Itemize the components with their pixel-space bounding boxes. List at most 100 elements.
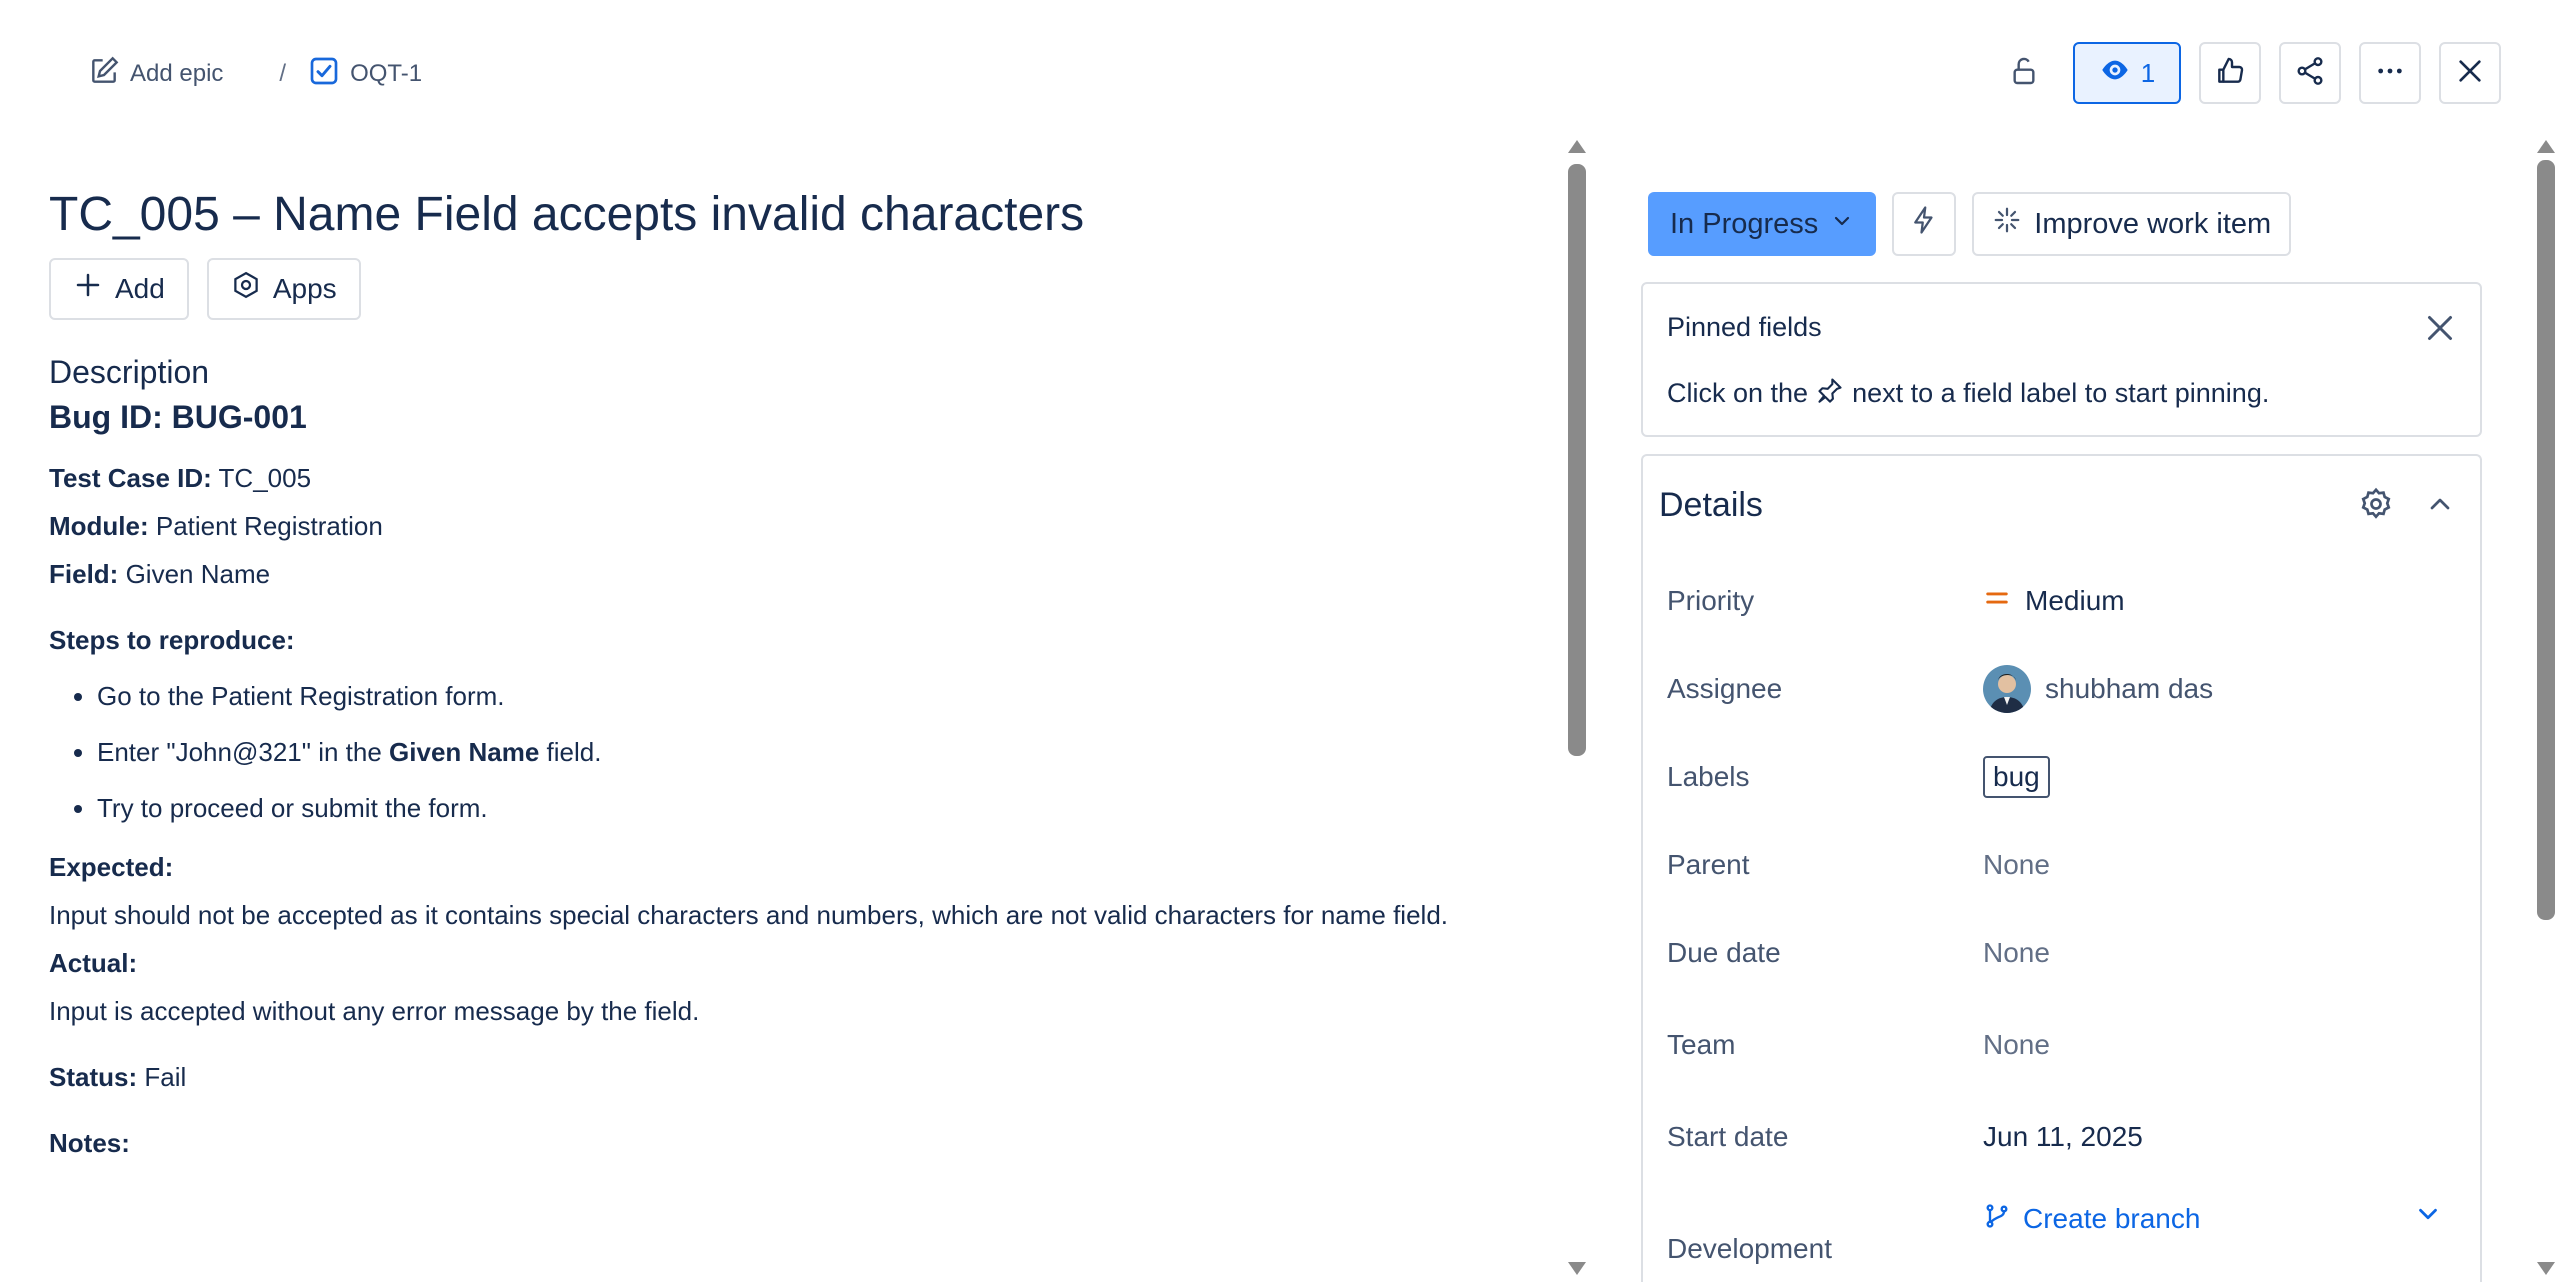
share-button[interactable] xyxy=(2279,42,2341,104)
vote-button[interactable] xyxy=(2199,42,2261,104)
apps-button[interactable]: Apps xyxy=(206,257,361,320)
start-date-label: Start date xyxy=(1667,1121,1789,1152)
main-content: TC_005 – Name Field accepts invalid char… xyxy=(49,140,1569,1282)
test-case-label: Test Case ID: xyxy=(49,462,212,493)
status-label: Status: xyxy=(49,1061,138,1092)
scroll-thumb[interactable] xyxy=(1568,164,1586,756)
close-icon xyxy=(2454,55,2486,92)
status-line: Status: Fail xyxy=(49,1053,1569,1101)
field-parent: Parent None xyxy=(1667,835,2457,895)
sparkle-icon xyxy=(1992,205,2022,243)
pinned-fields-title: Pinned fields xyxy=(1667,312,1822,342)
step2-bold: Given Name xyxy=(389,737,540,768)
description-heading: Description xyxy=(49,353,210,390)
module-value: Patient Registration xyxy=(148,510,383,541)
assignee-name: shubham das xyxy=(2045,673,2214,704)
priority-label: Priority xyxy=(1667,585,1755,616)
pinned-hint-post: next to a field label to start pinning. xyxy=(1852,378,2270,408)
issue-title[interactable]: TC_005 – Name Field accepts invalid char… xyxy=(49,186,1569,244)
issue-key: OQT-1 xyxy=(350,60,423,87)
chevron-down-icon xyxy=(1830,208,1854,241)
pinned-hint-pre: Click on the xyxy=(1667,378,1809,408)
more-icon xyxy=(2374,55,2406,92)
status-dropdown[interactable]: In Progress xyxy=(1648,192,1877,256)
work-item-view: Add epic / OQT-1 1 TC_005 – Name Field a… xyxy=(0,0,2557,1282)
step-item: Try to proceed or submit the form. xyxy=(97,786,1569,830)
automation-button[interactable] xyxy=(1892,192,1957,256)
pin-icon xyxy=(1816,376,1844,411)
add-button-label: Add xyxy=(115,272,165,304)
labels-value[interactable]: bug xyxy=(1983,756,2050,798)
more-actions-button[interactable] xyxy=(2359,42,2421,104)
field-priority: Priority Medium xyxy=(1667,571,2457,631)
close-icon xyxy=(2422,316,2458,350)
scroll-down-arrow[interactable] xyxy=(2537,1262,2555,1275)
scroll-down-arrow[interactable] xyxy=(1568,1262,1586,1275)
step2-pre: Enter "John@321" in the xyxy=(97,737,390,768)
scroll-thumb[interactable] xyxy=(2537,160,2555,920)
close-pinned-button[interactable] xyxy=(2422,310,2458,346)
restrict-access-button[interactable] xyxy=(1993,42,2055,104)
field-team: Team None xyxy=(1667,1015,2457,1075)
issue-actions: Add Apps xyxy=(49,257,1569,320)
team-label: Team xyxy=(1667,1029,1736,1060)
development-label: Development xyxy=(1667,1233,1832,1264)
breadcrumb: Add epic / OQT-1 xyxy=(88,52,422,96)
edit-icon xyxy=(88,55,120,94)
due-date-label: Due date xyxy=(1667,937,1781,968)
expected-text: Input should not be accepted as it conta… xyxy=(49,899,1448,930)
parent-value[interactable]: None xyxy=(1983,849,2050,881)
share-icon xyxy=(2294,55,2326,92)
avatar xyxy=(1983,665,2031,713)
step2-post: field. xyxy=(539,737,602,768)
breadcrumb-separator: / xyxy=(279,60,287,87)
labels-label: Labels xyxy=(1667,761,1750,792)
content-scrollbar[interactable] xyxy=(1568,140,1586,1275)
watch-count: 1 xyxy=(2140,57,2156,88)
apps-button-label: Apps xyxy=(272,272,337,304)
start-date-value[interactable]: Jun 11, 2025 xyxy=(1983,1121,2143,1153)
priority-medium-icon xyxy=(1983,584,2011,619)
field-label: Field: xyxy=(49,558,119,589)
scroll-up-arrow[interactable] xyxy=(2537,140,2555,153)
pinned-fields-panel: Pinned fields Click on the next to a fie… xyxy=(1641,282,2482,437)
chevron-down-icon[interactable] xyxy=(2413,1199,2443,1229)
field-due-date: Due date None xyxy=(1667,923,2457,983)
task-checkbox-icon xyxy=(308,55,340,94)
add-epic-link[interactable]: Add epic xyxy=(88,55,223,94)
chevron-up-icon xyxy=(2424,498,2456,524)
status-row: In Progress Improve work item xyxy=(1648,192,2292,256)
actual-label: Actual: xyxy=(49,939,1569,987)
actual-text: Input is accepted without any error mess… xyxy=(49,995,700,1026)
test-case-line: Test Case ID: TC_005 xyxy=(49,454,1569,502)
collapse-details-button[interactable] xyxy=(2424,488,2456,520)
sidebar-scrollbar[interactable] xyxy=(2537,140,2555,1275)
due-date-value[interactable]: None xyxy=(1983,937,2050,969)
improve-work-item-button[interactable]: Improve work item xyxy=(1972,192,2292,256)
configure-button[interactable] xyxy=(2358,486,2394,522)
actual-label-text: Actual: xyxy=(49,947,138,978)
field-start-date: Start date Jun 11, 2025 xyxy=(1667,1107,2457,1167)
add-button[interactable]: Add xyxy=(49,257,189,320)
field-labels: Labels bug xyxy=(1667,747,2457,807)
close-button[interactable] xyxy=(2439,42,2501,104)
unlock-icon xyxy=(2008,55,2040,92)
field-assignee: Assignee shubham das xyxy=(1667,659,2457,719)
scroll-up-arrow[interactable] xyxy=(1568,140,1586,153)
watch-button[interactable]: 1 xyxy=(2073,42,2181,104)
test-case-value: TC_005 xyxy=(211,462,312,493)
eye-icon xyxy=(2099,54,2131,93)
lightning-icon xyxy=(1909,205,1939,243)
issue-key-link[interactable]: OQT-1 xyxy=(308,55,422,94)
description-body[interactable]: Test Case ID: TC_005 Module: Patient Reg… xyxy=(49,454,1569,1168)
assignee-value[interactable]: shubham das xyxy=(1983,665,2213,713)
steps-heading-text: Steps to reproduce: xyxy=(49,624,295,655)
module-line: Module: Patient Registration xyxy=(49,502,1569,550)
create-branch-link[interactable]: Create branch xyxy=(1983,1202,2200,1237)
details-title: Details xyxy=(1659,486,1763,524)
plus-icon xyxy=(73,270,103,307)
team-value[interactable]: None xyxy=(1983,1029,2050,1061)
priority-value[interactable]: Medium xyxy=(1983,584,2125,619)
label-chip[interactable]: bug xyxy=(1983,756,2050,798)
bug-id: Bug ID: BUG-001 xyxy=(49,398,307,435)
